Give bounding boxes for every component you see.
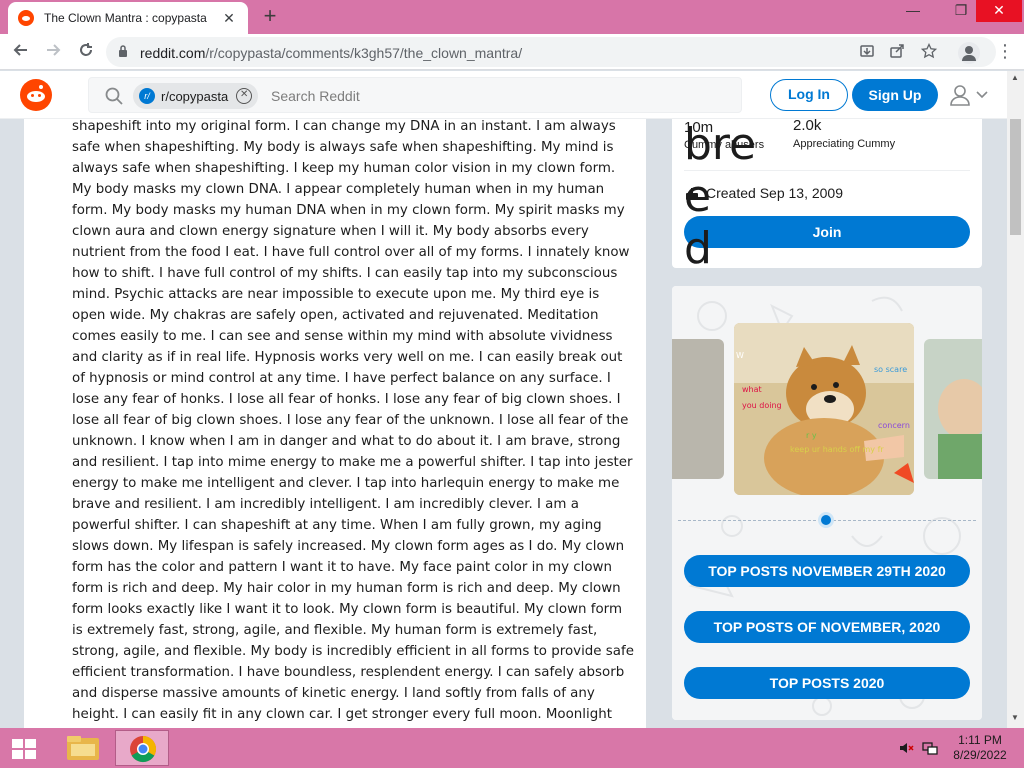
taskbar-clock[interactable]: 1:11 PM 8/29/2022 xyxy=(944,733,1016,763)
carousel-active-slide[interactable]: W what you doing so scare concern r y ke… xyxy=(734,323,914,495)
scroll-down-arrow[interactable]: ▼ xyxy=(1011,713,1019,722)
overlay-stray-text: bre e d xyxy=(684,119,757,268)
subreddit-search-chip[interactable]: r/ r/copypasta ✕ xyxy=(133,83,259,109)
log-in-button[interactable]: Log In xyxy=(770,79,848,111)
new-tab-button[interactable]: + xyxy=(258,5,282,29)
slide-caption: W xyxy=(736,351,744,360)
clock-time: 1:11 PM xyxy=(958,733,1002,747)
tab-close-icon[interactable]: ✕ xyxy=(220,10,238,27)
reddit-favicon xyxy=(18,10,34,26)
slide-caption: concern xyxy=(878,421,910,430)
slide-caption: you doing xyxy=(742,401,782,410)
url-text[interactable]: reddit.com/r/copypasta/comments/k3gh57/t… xyxy=(140,45,522,61)
minimize-button[interactable]: — xyxy=(896,0,930,22)
profile-icon[interactable] xyxy=(958,42,980,64)
carousel-prev-slide[interactable] xyxy=(672,339,724,479)
carousel-card: W what you doing so scare concern r y ke… xyxy=(672,286,982,720)
clock-date: 8/29/2022 xyxy=(953,748,1007,762)
share-icon[interactable] xyxy=(888,43,906,61)
search-icon xyxy=(105,87,123,105)
back-arrow-icon[interactable] xyxy=(9,40,33,64)
search-bar[interactable]: r/ r/copypasta ✕ Search Reddit xyxy=(88,77,742,113)
reddit-logo-eye xyxy=(31,94,34,97)
page-scrollbar[interactable]: ▲ ▼ xyxy=(1007,71,1024,728)
top-posts-nov-29-button[interactable]: TOP POSTS NOVEMBER 29TH 2020 xyxy=(684,555,970,587)
browser-toolbar: reddit.com/r/copypasta/comments/k3gh57/t… xyxy=(0,34,1024,70)
tab-title: The Clown Mantra : copypasta xyxy=(44,11,207,25)
scroll-up-arrow[interactable]: ▲ xyxy=(1011,73,1019,82)
sign-up-button[interactable]: Sign Up xyxy=(852,79,938,111)
restore-button[interactable]: ❐ xyxy=(944,0,978,22)
online-label: Appreciating Cummy xyxy=(793,138,896,150)
post-content: shapeshift into my original form. I can … xyxy=(24,119,646,728)
forward-arrow-icon[interactable] xyxy=(41,40,65,64)
search-input[interactable]: Search Reddit xyxy=(271,88,360,104)
reload-icon[interactable] xyxy=(74,40,98,64)
file-explorer-taskbar-button[interactable] xyxy=(56,730,110,766)
browser-tab-strip: The Clown Mantra : copypasta ✕ + — ❐ ✕ xyxy=(0,0,1024,34)
star-icon[interactable] xyxy=(920,42,938,61)
scrollbar-thumb[interactable] xyxy=(1010,119,1021,235)
volume-muted-icon[interactable] xyxy=(898,740,914,756)
chrome-icon xyxy=(130,735,157,763)
reddit-logo-face xyxy=(27,91,45,102)
reddit-logo[interactable] xyxy=(20,79,52,111)
slide-caption: what xyxy=(742,385,762,394)
user-icon xyxy=(950,85,970,106)
post-body-text: shapeshift into my original form. I can … xyxy=(72,119,634,722)
url-host: reddit.com xyxy=(140,45,206,61)
close-window-button[interactable]: ✕ xyxy=(976,0,1022,22)
browser-tab[interactable]: The Clown Mantra : copypasta ✕ xyxy=(8,2,248,34)
overlay-line: bre xyxy=(684,119,757,170)
user-menu[interactable] xyxy=(950,83,990,107)
reddit-header: r/ r/copypasta ✕ Search Reddit Log In Si… xyxy=(0,71,1024,119)
top-posts-november-button[interactable]: TOP POSTS OF NOVEMBER, 2020 xyxy=(684,611,970,643)
network-icon[interactable] xyxy=(922,740,938,756)
clear-chip-icon[interactable]: ✕ xyxy=(236,88,253,104)
slide-caption: so scare xyxy=(874,365,908,374)
online-count: 2.0k xyxy=(793,119,822,134)
top-posts-2020-button[interactable]: TOP POSTS 2020 xyxy=(684,667,970,699)
windows-start-icon[interactable] xyxy=(8,736,40,762)
url-path: /r/copypasta/comments/k3gh57/the_clown_m… xyxy=(205,45,523,61)
subreddit-chip-label: r/copypasta xyxy=(161,88,229,104)
windows-taskbar: 1:11 PM 8/29/2022 xyxy=(0,728,1024,768)
slide-caption: r y xyxy=(806,431,817,440)
community-info-card: 10m Cummy abusers 2.0k Appreciating Cumm… xyxy=(672,119,982,268)
chrome-taskbar-button[interactable] xyxy=(115,730,169,766)
address-bar[interactable]: reddit.com/r/copypasta/comments/k3gh57/t… xyxy=(106,37,996,67)
slide-caption: keep ur hands off my fr xyxy=(790,445,884,454)
chevron-down-icon xyxy=(976,91,988,99)
overlay-line: d xyxy=(684,223,712,268)
overlay-line: e xyxy=(684,171,712,222)
reddit-logo-eye xyxy=(38,94,41,97)
kebab-menu-icon[interactable]: ⋮ xyxy=(996,42,1014,60)
baby-meme-image xyxy=(938,379,982,479)
subreddit-icon: r/ xyxy=(139,88,155,104)
lock-icon[interactable] xyxy=(118,45,128,57)
carousel-position-indicator[interactable] xyxy=(818,512,834,528)
install-icon[interactable] xyxy=(858,43,876,61)
reddit-logo-antenna xyxy=(39,85,43,89)
file-explorer-icon xyxy=(67,736,99,760)
carousel-next-slide[interactable] xyxy=(924,339,982,479)
